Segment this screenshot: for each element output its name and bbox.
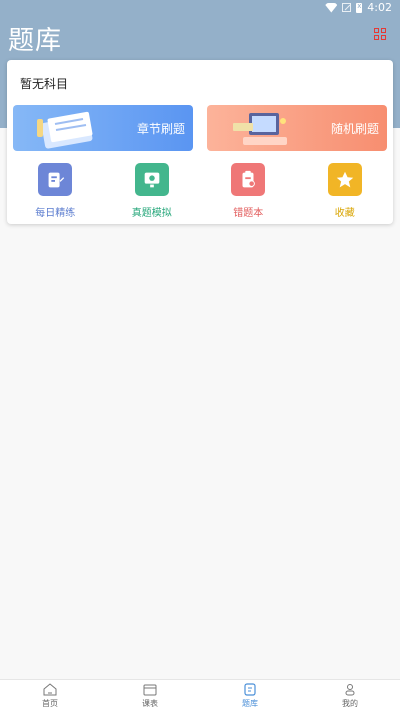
edit-icon xyxy=(38,163,73,196)
profile-icon xyxy=(345,684,355,696)
status-icons: 4:02 xyxy=(325,1,392,14)
status-time: 4:02 xyxy=(367,1,392,14)
screen: 4:02 题库 暂无科目 章节刷题 xyxy=(0,0,400,712)
nav-label-schedule: 课表 xyxy=(142,699,158,708)
computer-illustration-icon xyxy=(233,113,287,145)
mock-exam-button[interactable]: 真题模拟 xyxy=(112,163,192,219)
page-title: 题库 xyxy=(8,26,63,56)
nav-item-profile[interactable]: 我的 xyxy=(300,680,400,712)
nav-label-profile: 我的 xyxy=(342,699,358,708)
star-icon xyxy=(327,163,362,196)
document-illustration-icon xyxy=(37,111,93,149)
quick-actions: 每日精练 真题模拟 错题本 收藏 xyxy=(7,163,393,219)
home-icon xyxy=(43,683,57,696)
signal-icon xyxy=(342,3,352,12)
clipboard-icon xyxy=(231,163,266,196)
question-bank-card: 暂无科目 章节刷题 随机刷题 每日精练 真题模拟 错题本 收藏 xyxy=(7,60,393,224)
monitor-icon xyxy=(134,163,169,196)
status-bar: 4:02 xyxy=(0,0,400,16)
daily-practice-button[interactable]: 每日精练 xyxy=(15,163,95,219)
wrong-questions-button[interactable]: 错题本 xyxy=(208,163,288,219)
nav-item-schedule[interactable]: 课表 xyxy=(100,680,200,712)
favorites-label: 收藏 xyxy=(334,208,355,219)
nav-item-home[interactable]: 首页 xyxy=(0,680,100,712)
nav-item-question-bank[interactable]: 题库 xyxy=(200,680,300,712)
random-practice-button[interactable]: 随机刷题 xyxy=(207,105,387,151)
subject-selector[interactable]: 暂无科目 xyxy=(20,75,68,92)
grid-icon[interactable] xyxy=(374,28,386,40)
chapter-practice-label: 章节刷题 xyxy=(136,122,185,136)
wrong-questions-label: 错题本 xyxy=(233,208,264,219)
calendar-icon xyxy=(143,684,157,696)
battery-icon xyxy=(356,2,363,13)
question-bank-icon xyxy=(244,683,256,696)
nav-label-question-bank: 题库 xyxy=(242,699,258,708)
chapter-practice-button[interactable]: 章节刷题 xyxy=(13,105,193,151)
random-practice-label: 随机刷题 xyxy=(330,122,379,136)
bottom-nav: 首页 课表 题库 我的 xyxy=(0,679,400,712)
favorites-button[interactable]: 收藏 xyxy=(305,163,385,219)
mock-exam-label: 真题模拟 xyxy=(131,208,172,219)
nav-label-home: 首页 xyxy=(42,699,58,708)
daily-practice-label: 每日精练 xyxy=(35,208,76,219)
wifi-icon xyxy=(325,3,337,13)
